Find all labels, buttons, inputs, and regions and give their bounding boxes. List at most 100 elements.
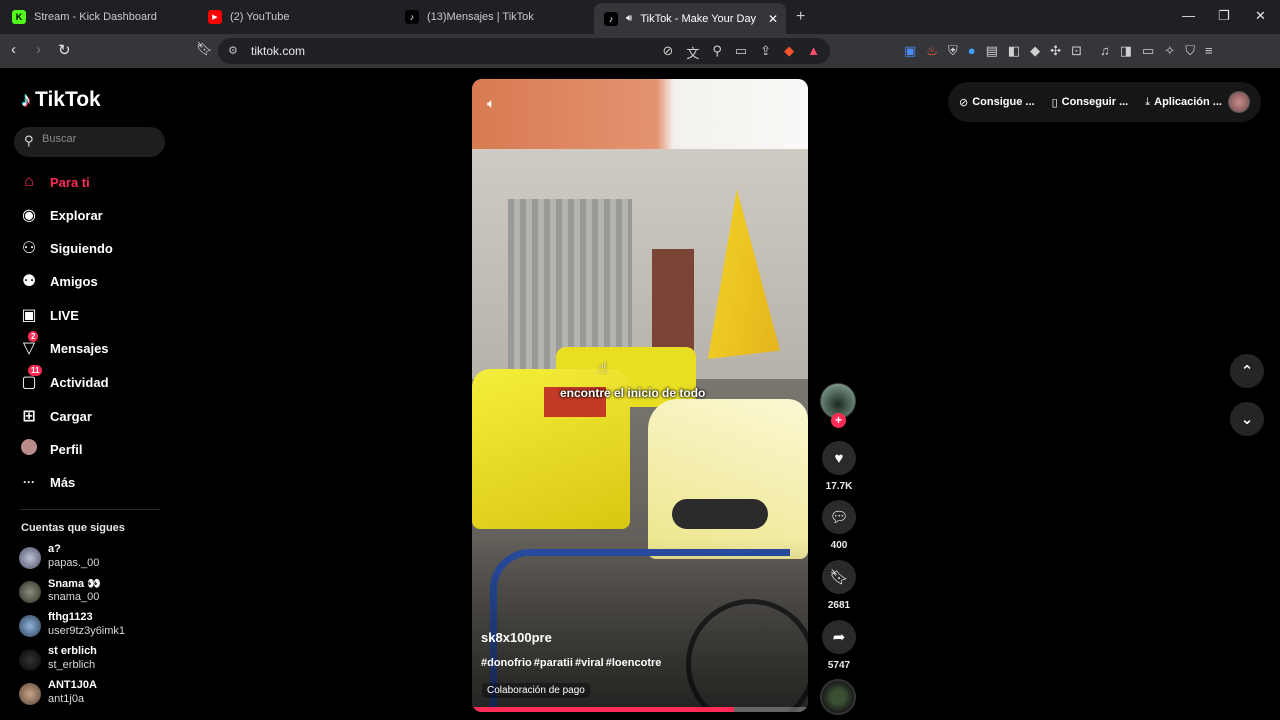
video-player[interactable]: 🔈︎ encontre el inicio de todo sk8x100pre…: [472, 79, 808, 712]
more-icon: ···: [23, 475, 35, 489]
avatar: [19, 547, 41, 569]
zoom-icon[interactable]: ⚲: [712, 43, 722, 62]
brave-rewards-icon[interactable]: ▲: [807, 43, 820, 62]
video-author[interactable]: sk8x100pre: [481, 630, 552, 645]
tiktok-page: ♪ TikTok ⚲ ⌂ Para ti ◉ Explorar ⚇ Siguie…: [3, 68, 1280, 720]
video-progress-bar[interactable]: [472, 707, 808, 712]
vpn-icon[interactable]: ⛉: [1185, 43, 1195, 59]
video-progress-fill: [472, 707, 735, 712]
followed-account[interactable]: st erblich st_erblich: [19, 645, 169, 675]
diamond-extension-icon[interactable]: ◆: [1030, 43, 1040, 59]
sidebar-item-amigos[interactable]: ⚉ Amigos: [20, 266, 170, 296]
sidebar-item-label: Siguiendo: [50, 240, 113, 256]
brave-shield-icon[interactable]: ◆: [784, 43, 794, 62]
followed-account[interactable]: Snama 👀 snama_00: [19, 577, 169, 607]
get-coins-label: Consigue ...: [972, 96, 1035, 108]
tab-tiktok-messages[interactable]: ♪ (13)Mensajes | TikTok: [395, 4, 591, 30]
mask-extension-icon[interactable]: ◧: [1008, 43, 1020, 59]
blue-extension-icon[interactable]: ●: [968, 43, 976, 59]
speaker-icon[interactable]: 🔊︎: [626, 13, 632, 24]
extensions-bar: ▣ ♨ ⛨ ● ▤ ◧ ◆ ✣ ⊡ ♫ ◨ ▭ ✧ ⛉ ≡: [904, 43, 1213, 59]
account-handle: snama_00: [48, 591, 100, 603]
music-icon[interactable]: ♫: [1100, 43, 1110, 59]
cast-icon[interactable]: ▭: [735, 43, 747, 62]
search-box[interactable]: ⚲: [14, 127, 165, 157]
sidebar-item-label: Para ti: [50, 174, 90, 190]
music-disc[interactable]: [820, 679, 856, 715]
close-icon[interactable]: ✕: [768, 12, 778, 26]
doc-extension-icon[interactable]: ▤: [986, 43, 998, 59]
sidebar-item-label: Mensajes: [50, 340, 109, 356]
sidebar-item-siguiendo[interactable]: ⚇ Siguiendo: [20, 233, 170, 263]
tiktok-icon: ♪: [604, 11, 618, 26]
phone-icon: ▯: [1051, 96, 1058, 109]
account-name: ANT1J0A: [48, 679, 97, 691]
sidebar-item-perfil[interactable]: Perfil: [20, 434, 170, 464]
sidebar-item-mas[interactable]: ··· Más: [20, 467, 170, 497]
followed-account[interactable]: a? papas._00: [19, 543, 169, 573]
no-audio-icon[interactable]: ⊘: [662, 43, 673, 62]
sidebar-item-mensajes[interactable]: ▽ 2 Mensajes: [20, 331, 170, 363]
sidebar-divider: [20, 509, 160, 510]
bookmark-icon[interactable]: 🔖︎: [196, 41, 213, 57]
next-video-button[interactable]: ⌄: [1230, 402, 1264, 436]
comment-button[interactable]: 💬︎ 400: [820, 500, 858, 551]
minimize-icon[interactable]: —: [1182, 8, 1195, 23]
ai-icon[interactable]: ✧: [1164, 43, 1175, 59]
forward-icon[interactable]: ›: [36, 41, 41, 58]
account-handle: ant1j0a: [48, 693, 85, 705]
share-arrow-icon: ➦: [822, 620, 856, 654]
follow-plus-icon[interactable]: +: [831, 413, 846, 428]
bookmark-icon: 🔖︎: [822, 560, 856, 594]
address-bar[interactable]: ⚙ tiktok.com ⊘ 文 ⚲ ▭ ⇪ ◆ ▲: [218, 38, 830, 64]
new-tab-button[interactable]: +: [796, 8, 805, 26]
user-avatar[interactable]: [1228, 91, 1250, 113]
share-button[interactable]: ➦ 5747: [820, 620, 858, 671]
reload-icon[interactable]: ↻: [58, 41, 71, 59]
share-count: 5747: [827, 660, 851, 671]
window-close-icon[interactable]: ✕: [1255, 8, 1266, 24]
save-button[interactable]: 🔖︎ 2681: [820, 560, 858, 611]
video-hashtags[interactable]: #donofrio #paratii #viral #loencotre: [481, 657, 661, 669]
previous-video-button[interactable]: ⌃: [1230, 354, 1264, 388]
followed-account[interactable]: ANT1J0A ant1j0a: [19, 679, 169, 709]
tiktok-logo[interactable]: ♪ TikTok: [21, 88, 101, 112]
paid-partnership-label: Colaboración de pago: [482, 683, 590, 698]
restore-icon[interactable]: ❐: [1218, 8, 1230, 24]
sidebar-item-live[interactable]: ▣ LIVE: [20, 300, 170, 330]
search-input[interactable]: [42, 133, 157, 145]
address-bar-tools: ⊘ 文 ⚲ ▭ ⇪ ◆ ▲: [662, 43, 820, 62]
like-button[interactable]: ♥ 17.7K: [820, 441, 858, 492]
sidebar-item-cargar[interactable]: ⊞ Cargar: [20, 401, 170, 431]
get-app-button[interactable]: ▯ Conseguir ...: [1052, 96, 1129, 109]
fire-extension-icon[interactable]: ♨: [926, 43, 938, 59]
get-coins-button[interactable]: ⊘ Consigue ...: [959, 96, 1035, 109]
wallet-icon[interactable]: ▭: [1142, 43, 1154, 59]
followed-account[interactable]: fthg1123 user9tz3y6imk1: [19, 611, 169, 641]
volume-icon[interactable]: 🔈︎: [487, 95, 495, 112]
shield-extension-icon[interactable]: ⛨: [948, 43, 958, 59]
tab-kick-dashboard[interactable]: K Stream - Kick Dashboard: [2, 4, 198, 30]
account-handle: user9tz3y6imk1: [48, 625, 126, 637]
puzzle-icon[interactable]: ✣: [1050, 43, 1061, 59]
sidebar-icon[interactable]: ◨: [1120, 43, 1132, 59]
account-name: a?: [48, 543, 61, 555]
menu-icon[interactable]: ≡: [1205, 43, 1213, 59]
share-icon[interactable]: ⇪: [760, 43, 771, 62]
translate-icon[interactable]: 文: [686, 43, 699, 62]
site-info-icon[interactable]: ⚙: [228, 44, 238, 57]
tab-youtube[interactable]: ▶ (2) YouTube: [198, 4, 394, 30]
sidebar-item-label: LIVE: [50, 307, 79, 323]
desktop-app-button[interactable]: ⤓ Aplicación ...: [1145, 96, 1222, 109]
translate-extension-icon[interactable]: ▣: [904, 43, 916, 59]
back-icon[interactable]: ‹: [11, 41, 16, 58]
like-count: 17.7K: [825, 481, 853, 492]
sidebar-item-actividad[interactable]: ▢ 11 Actividad: [20, 365, 170, 397]
sidebar-item-para-ti[interactable]: ⌂ Para ti: [20, 167, 170, 197]
tab-tiktok-active[interactable]: ♪ 🔊︎ TikTok - Make Your Day ✕: [594, 3, 786, 34]
activity-icon: ▢ 11: [20, 365, 43, 392]
tab-search-icon[interactable]: ⊡: [1071, 43, 1082, 59]
upload-icon: ⊞: [22, 408, 36, 425]
comment-icon: 💬︎: [822, 500, 856, 534]
sidebar-item-explorar[interactable]: ◉ Explorar: [20, 200, 170, 230]
